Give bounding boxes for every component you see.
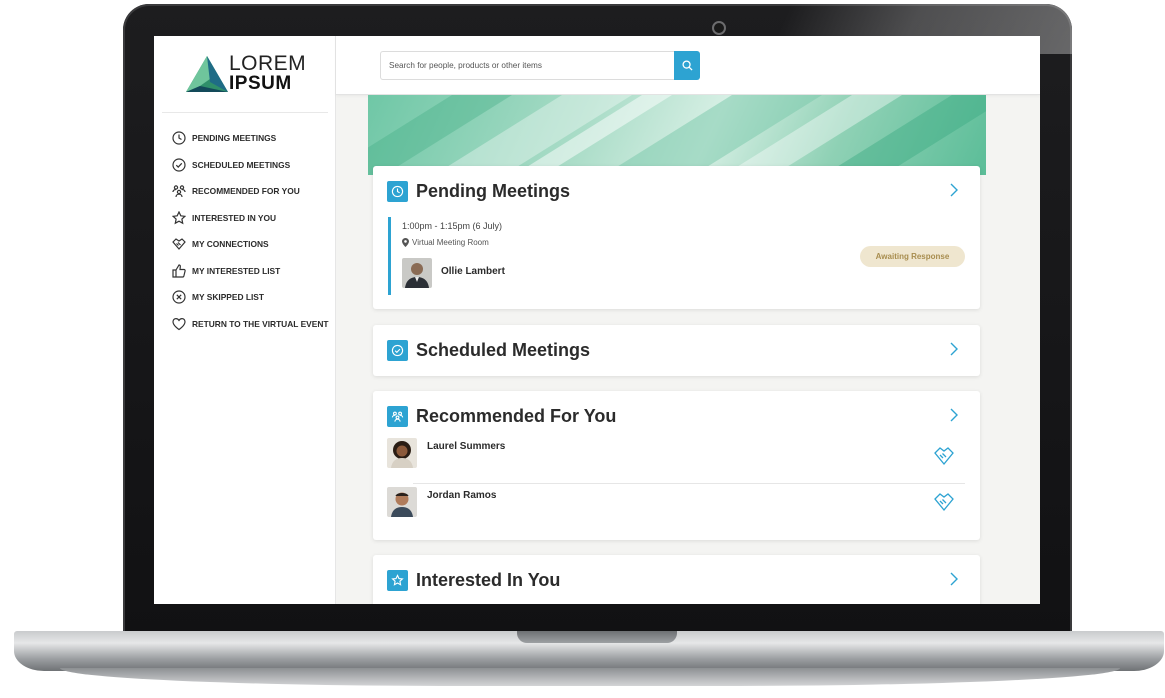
hero-banner <box>368 95 986 175</box>
handshake-icon[interactable] <box>933 491 955 513</box>
avatar <box>402 258 432 288</box>
list-item[interactable]: Jordan Ramos <box>387 487 967 531</box>
thumbs-up-icon <box>171 263 186 278</box>
star-icon <box>171 210 186 225</box>
people-icon <box>171 184 186 199</box>
laptop-base-bottom <box>60 668 1120 686</box>
sidebar-item-pending-meetings[interactable]: PENDING MEETINGS <box>171 125 336 152</box>
sidebar-item-label: SCHEDULED MEETINGS <box>192 159 291 170</box>
scheduled-meetings-card[interactable]: Scheduled Meetings <box>373 325 980 376</box>
logo-mark-icon <box>186 56 228 92</box>
meeting-location-label: Virtual Meeting Room <box>412 238 489 247</box>
avatar <box>387 438 417 468</box>
screen: LOREM IPSUM PENDING MEETINGS SCHEDULED M… <box>154 36 1040 604</box>
sidebar-item-return-to-virtual-event[interactable]: RETURN TO THE VIRTUAL EVENT <box>171 311 336 338</box>
map-pin-icon <box>402 238 409 247</box>
sidebar-item-label: MY SKIPPED LIST <box>192 292 264 303</box>
sidebar-item-my-interested-list[interactable]: MY INTERESTED LIST <box>171 258 336 285</box>
person-name: Jordan Ramos <box>427 490 497 501</box>
meeting-location: Virtual Meeting Room <box>402 238 489 247</box>
recommended-card: Recommended For You Laurel Summers Jorda… <box>373 391 980 540</box>
handshake-icon[interactable] <box>933 445 955 467</box>
chevron-right-icon[interactable] <box>949 342 963 358</box>
list-item[interactable]: Laurel Summers <box>387 438 967 482</box>
divider <box>413 483 965 484</box>
card-title: Interested In You <box>416 569 561 590</box>
check-circle-icon <box>171 157 186 172</box>
status-badge: Awaiting Response <box>860 246 965 267</box>
chevron-right-icon[interactable] <box>949 408 963 424</box>
people-icon <box>387 405 408 427</box>
person-name: Laurel Summers <box>427 441 506 452</box>
main-content: Pending Meetings 1:00pm - 1:15pm (6 July… <box>336 95 1040 604</box>
interested-in-you-card[interactable]: Interested In You <box>373 555 980 604</box>
card-title: Recommended For You <box>416 405 617 426</box>
chevron-right-icon[interactable] <box>949 572 963 588</box>
heart-icon <box>171 316 186 331</box>
sidebar-item-label: INTERESTED IN YOU <box>192 212 277 223</box>
search-icon <box>681 60 693 71</box>
search-button[interactable] <box>674 51 700 80</box>
clock-icon <box>171 131 186 146</box>
card-header: Pending Meetings <box>387 180 570 202</box>
chevron-right-icon[interactable] <box>949 183 963 199</box>
sidebar-item-interested-in-you[interactable]: INTERESTED IN YOU <box>171 205 336 232</box>
card-header: Scheduled Meetings <box>387 339 590 361</box>
sidebar-item-label: RETURN TO THE VIRTUAL EVENT <box>192 318 329 329</box>
avatar <box>387 487 417 517</box>
handshake-icon <box>171 237 186 252</box>
sidebar-item-my-skipped-list[interactable]: MY SKIPPED LIST <box>171 284 336 311</box>
clock-icon <box>387 180 408 202</box>
sidebar-item-recommended-for-you[interactable]: RECOMMENDED FOR YOU <box>171 178 336 205</box>
card-header: Interested In You <box>387 569 560 591</box>
sidebar-item-label: MY INTERESTED LIST <box>192 265 281 276</box>
person-name: Ollie Lambert <box>441 266 505 277</box>
camera-icon <box>712 21 726 35</box>
sidebar: LOREM IPSUM PENDING MEETINGS SCHEDULED M… <box>154 36 336 604</box>
meeting-time: 1:00pm - 1:15pm (6 July) <box>402 221 503 231</box>
pending-meetings-card: Pending Meetings 1:00pm - 1:15pm (6 July… <box>373 166 980 309</box>
search-input[interactable] <box>380 51 675 80</box>
logo-text-ipsum: IPSUM <box>229 73 292 94</box>
laptop-notch <box>517 631 677 643</box>
sidebar-item-label: MY CONNECTIONS <box>192 239 269 250</box>
check-circle-icon <box>387 339 408 361</box>
card-title: Scheduled Meetings <box>416 339 591 360</box>
sidebar-item-label: RECOMMENDED FOR YOU <box>192 186 300 197</box>
header <box>336 36 1040 95</box>
card-title: Pending Meetings <box>416 180 571 201</box>
star-icon <box>387 569 408 591</box>
sidebar-item-my-connections[interactable]: MY CONNECTIONS <box>171 231 336 258</box>
divider <box>162 112 328 113</box>
sidebar-item-scheduled-meetings[interactable]: SCHEDULED MEETINGS <box>171 152 336 179</box>
sidebar-item-label: PENDING MEETINGS <box>192 133 277 144</box>
sidebar-nav: PENDING MEETINGS SCHEDULED MEETINGS RECO… <box>171 125 336 337</box>
x-circle-icon <box>171 290 186 305</box>
card-header: Recommended For You <box>387 405 616 427</box>
